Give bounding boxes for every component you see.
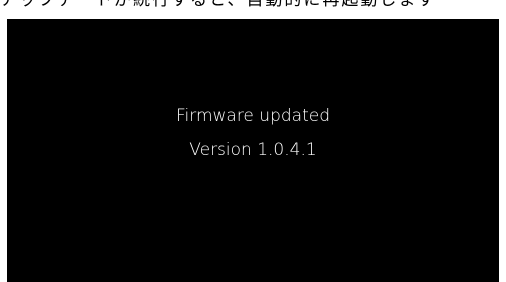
device-screen: Firmware updated Version 1.0.4.1 [7, 19, 499, 282]
firmware-message: Firmware updated Version 1.0.4.1 [7, 105, 499, 173]
top-caption: アップデートが続行すると、自動的に再起動します [0, 0, 437, 10]
firmware-updated-title: Firmware updated [175, 106, 330, 126]
firmware-version-text: Version 1.0.4.1 [189, 140, 317, 160]
